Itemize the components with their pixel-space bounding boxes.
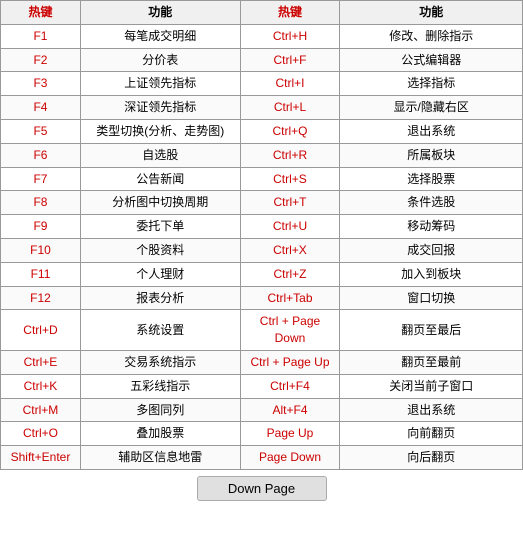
table-row: F2分价表Ctrl+F公式编辑器: [1, 48, 523, 72]
hotkey-1: F10: [1, 238, 81, 262]
hotkey-2: Ctrl+Q: [240, 119, 340, 143]
function-1: 报表分析: [80, 286, 240, 310]
hotkey-2: Ctrl+F4: [240, 374, 340, 398]
hotkey-2: Page Up: [240, 422, 340, 446]
function-2: 移动筹码: [340, 215, 523, 239]
function-1: 分析图中切换周期: [80, 191, 240, 215]
table-row: Ctrl+M多图同列Alt+F4退出系统: [1, 398, 523, 422]
hotkey-1: Ctrl+O: [1, 422, 81, 446]
hotkey-2: Ctrl + Page Up: [240, 350, 340, 374]
function-2: 选择指标: [340, 72, 523, 96]
hotkey-1: F2: [1, 48, 81, 72]
function-2: 关闭当前子窗口: [340, 374, 523, 398]
function-1: 辅助区信息地雷: [80, 446, 240, 470]
table-row: F11个人理财Ctrl+Z加入到板块: [1, 262, 523, 286]
table-row: Ctrl+D系统设置Ctrl + Page Down翻页至最后: [1, 310, 523, 351]
function-1: 深证领先指标: [80, 96, 240, 120]
hotkey-2: Ctrl+I: [240, 72, 340, 96]
table-row: F4深证领先指标Ctrl+L显示/隐藏右区: [1, 96, 523, 120]
table-row: F5类型切换(分析、走势图)Ctrl+Q退出系统: [1, 119, 523, 143]
hotkey-2: Alt+F4: [240, 398, 340, 422]
function-2: 选择股票: [340, 167, 523, 191]
hotkey-table: 热键功能热键功能 F1每笔成交明细Ctrl+H修改、删除指示F2分价表Ctrl+…: [0, 0, 523, 470]
function-1: 委托下单: [80, 215, 240, 239]
hotkey-2: Ctrl+S: [240, 167, 340, 191]
function-2: 所属板块: [340, 143, 523, 167]
hotkey-2: Ctrl+T: [240, 191, 340, 215]
table-row: F9委托下单Ctrl+U移动筹码: [1, 215, 523, 239]
hotkey-1: Shift+Enter: [1, 446, 81, 470]
function-1: 个股资料: [80, 238, 240, 262]
hotkey-1: Ctrl+M: [1, 398, 81, 422]
hotkey-1: F9: [1, 215, 81, 239]
hotkey-2: Page Down: [240, 446, 340, 470]
table-row: F8分析图中切换周期Ctrl+T条件选股: [1, 191, 523, 215]
hotkey-1: F3: [1, 72, 81, 96]
table-row: F7公告新闻Ctrl+S选择股票: [1, 167, 523, 191]
function-1: 五彩线指示: [80, 374, 240, 398]
hotkey-1: F4: [1, 96, 81, 120]
function-1: 上证领先指标: [80, 72, 240, 96]
function-2: 退出系统: [340, 119, 523, 143]
hotkey-1: F1: [1, 24, 81, 48]
function-1: 多图同列: [80, 398, 240, 422]
down-page-button[interactable]: Down Page: [197, 476, 327, 501]
hotkey-2: Ctrl+U: [240, 215, 340, 239]
table-row: F10个股资料Ctrl+X成交回报: [1, 238, 523, 262]
hotkey-2: Ctrl+H: [240, 24, 340, 48]
hotkey-1: F5: [1, 119, 81, 143]
function-2: 公式编辑器: [340, 48, 523, 72]
hotkey-1: F7: [1, 167, 81, 191]
hotkey-2: Ctrl+L: [240, 96, 340, 120]
table-row: Ctrl+E交易系统指示Ctrl + Page Up翻页至最前: [1, 350, 523, 374]
hotkey-2: Ctrl+X: [240, 238, 340, 262]
table-row: Ctrl+K五彩线指示Ctrl+F4关闭当前子窗口: [1, 374, 523, 398]
function-1: 分价表: [80, 48, 240, 72]
hotkey-2: Ctrl+Tab: [240, 286, 340, 310]
function-2: 退出系统: [340, 398, 523, 422]
hotkey-2: Ctrl+Z: [240, 262, 340, 286]
hotkey-1: F6: [1, 143, 81, 167]
function-1: 叠加股票: [80, 422, 240, 446]
function-1: 个人理财: [80, 262, 240, 286]
hotkey-1: Ctrl+E: [1, 350, 81, 374]
function-2: 条件选股: [340, 191, 523, 215]
function-2: 向前翻页: [340, 422, 523, 446]
function-1: 系统设置: [80, 310, 240, 351]
function-2: 显示/隐藏右区: [340, 96, 523, 120]
hotkey-2: Ctrl+F: [240, 48, 340, 72]
function-2: 翻页至最前: [340, 350, 523, 374]
function-1: 自选股: [80, 143, 240, 167]
function-2: 窗口切换: [340, 286, 523, 310]
function-1: 公告新闻: [80, 167, 240, 191]
hotkey-2: Ctrl+R: [240, 143, 340, 167]
table-row: F1每笔成交明细Ctrl+H修改、删除指示: [1, 24, 523, 48]
table-row: F3上证领先指标Ctrl+I选择指标: [1, 72, 523, 96]
function-1: 类型切换(分析、走势图): [80, 119, 240, 143]
hotkey-1: Ctrl+K: [1, 374, 81, 398]
function-2: 翻页至最后: [340, 310, 523, 351]
hotkey-1: F8: [1, 191, 81, 215]
function-1: 交易系统指示: [80, 350, 240, 374]
hotkey-2: Ctrl + Page Down: [240, 310, 340, 351]
function-1: 每笔成交明细: [80, 24, 240, 48]
table-row: F6自选股Ctrl+R所属板块: [1, 143, 523, 167]
function-2: 成交回报: [340, 238, 523, 262]
hotkey-1: Ctrl+D: [1, 310, 81, 351]
function-2: 修改、删除指示: [340, 24, 523, 48]
hotkey-1: F12: [1, 286, 81, 310]
table-row: Shift+Enter辅助区信息地雷Page Down向后翻页: [1, 446, 523, 470]
function-2: 向后翻页: [340, 446, 523, 470]
hotkey-1: F11: [1, 262, 81, 286]
table-row: F12报表分析Ctrl+Tab窗口切换: [1, 286, 523, 310]
table-row: Ctrl+O叠加股票Page Up向前翻页: [1, 422, 523, 446]
function-2: 加入到板块: [340, 262, 523, 286]
